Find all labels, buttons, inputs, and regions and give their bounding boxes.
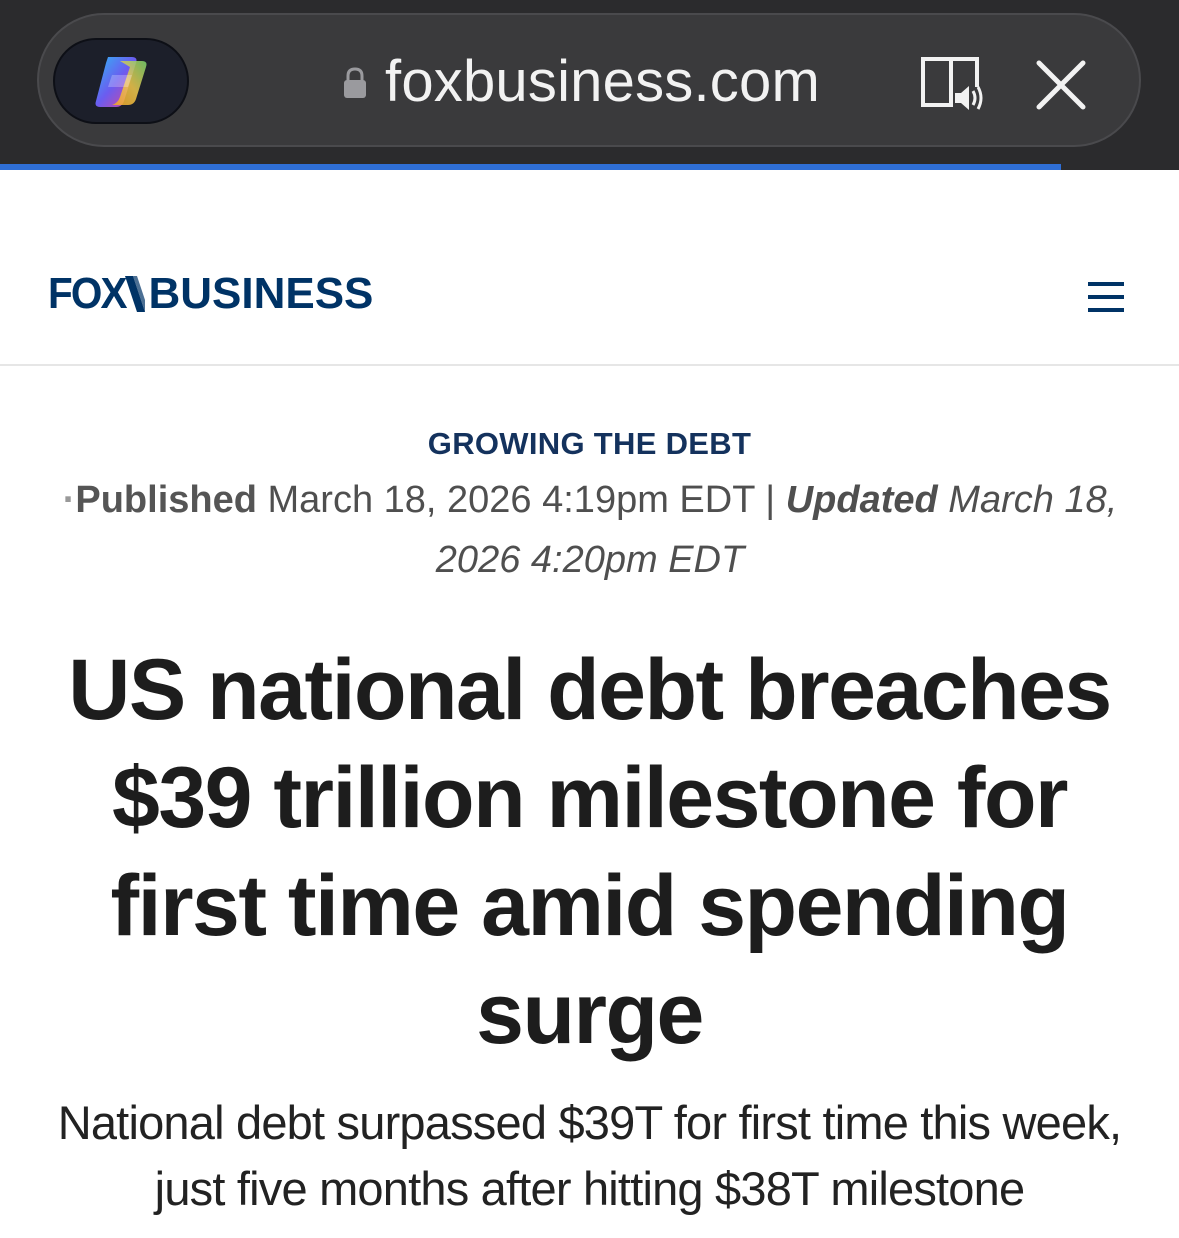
close-icon[interactable] bbox=[1029, 53, 1093, 117]
logo-business-text: BUSINESS bbox=[148, 269, 374, 318]
reader-listen-icon[interactable] bbox=[919, 53, 989, 117]
address-bar[interactable]: foxbusiness.com bbox=[37, 13, 1141, 147]
meta-bullet: · bbox=[62, 479, 76, 521]
updated-label: Updated bbox=[785, 479, 938, 521]
published-value: March 18, 2026 4:19pm EDT | bbox=[256, 479, 786, 521]
article-eyebrow[interactable]: GROWING THE DEBT bbox=[0, 424, 1179, 464]
logo-fox-text: FOX bbox=[48, 269, 128, 318]
url-text[interactable]: foxbusiness.com bbox=[385, 48, 820, 116]
browser-toolbar: foxbusiness.com bbox=[0, 0, 1179, 170]
fox-business-logo[interactable]: FOX BUSINESS bbox=[48, 269, 374, 318]
copilot-icon bbox=[95, 57, 147, 107]
copilot-button[interactable] bbox=[53, 38, 189, 124]
published-label: Published bbox=[75, 479, 257, 521]
article-subheadline: National debt surpassed $39T for first t… bbox=[57, 1096, 1122, 1215]
article-headline: US national debt breaches $39 trillion m… bbox=[68, 642, 1112, 1062]
article-meta: ·Published March 18, 2026 4:19pm EDT | U… bbox=[40, 470, 1140, 590]
logo-slash-mark bbox=[125, 276, 146, 312]
lock-icon bbox=[344, 67, 366, 98]
hamburger-menu-icon[interactable] bbox=[1088, 282, 1124, 312]
site-header: FOX BUSINESS bbox=[0, 170, 1179, 366]
